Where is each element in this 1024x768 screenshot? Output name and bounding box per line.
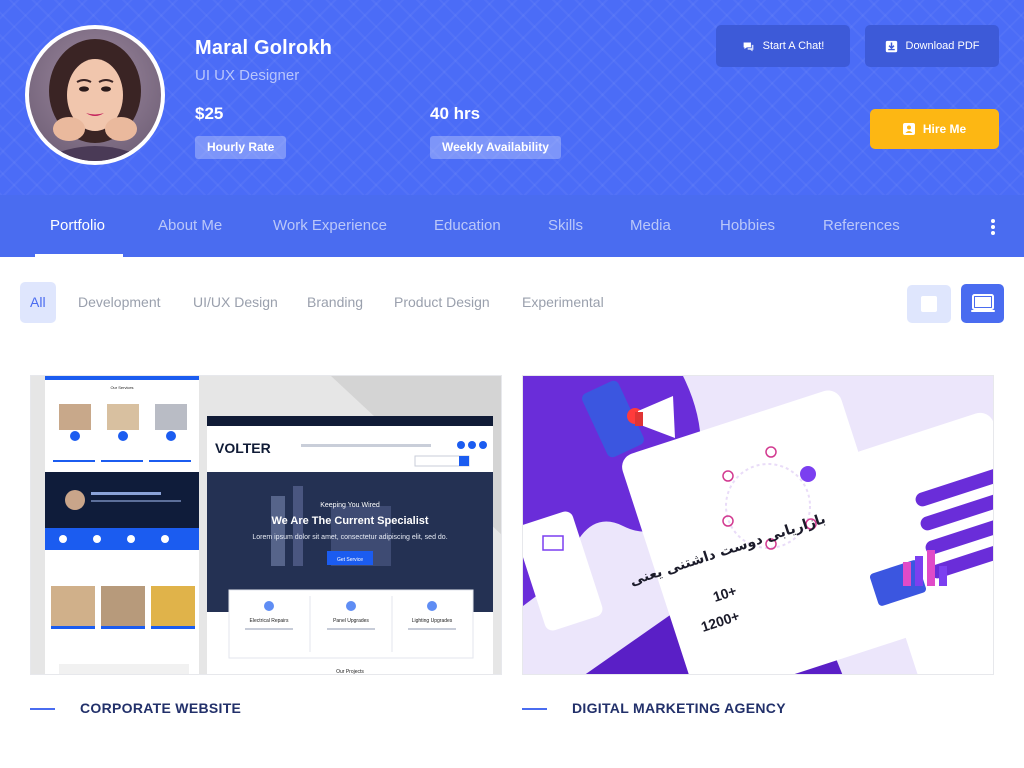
tab-skills[interactable]: Skills: [548, 195, 583, 257]
profile-role: UI UX Designer: [195, 67, 300, 84]
avatar-photo: [29, 29, 161, 161]
project-thumbnail-corporate[interactable]: Our Services VOLTER Keeping You Wired We…: [30, 375, 502, 675]
hire-me-label: Hire Me: [922, 122, 967, 136]
wide-view-button[interactable]: [961, 284, 1004, 323]
project-thumbnail-marketing[interactable]: بازاریابی دوست داشتنی یعنی 10+ 1200+: [522, 375, 994, 675]
availability-badge: Weekly Availability: [430, 136, 561, 159]
tab-portfolio[interactable]: Portfolio: [50, 195, 105, 257]
availability-value: 40 hrs: [430, 104, 481, 123]
hourly-rate-badge: Hourly Rate: [195, 136, 287, 159]
download-pdf-label: Download PDF: [905, 40, 980, 52]
filter-all[interactable]: All: [20, 282, 56, 323]
grid-view-button[interactable]: [907, 285, 951, 323]
filter-product-design[interactable]: Product Design: [394, 282, 490, 323]
filter-branding[interactable]: Branding: [307, 282, 363, 323]
chat-icon: [743, 41, 753, 51]
active-tab-indicator: [35, 254, 123, 257]
hourly-rate-value: $25: [195, 104, 224, 123]
hire-me-button[interactable]: Hire Me: [870, 109, 999, 149]
download-icon: [885, 40, 897, 52]
profile-header: Maral Golrokh UI UX Designer $25 Hourly …: [0, 0, 1024, 195]
hero-kicker: Keeping You Wired: [320, 502, 380, 509]
tab-hobbies[interactable]: Hobbies: [720, 195, 775, 257]
service-electrical: Electrical Repairs: [250, 618, 289, 624]
hero-cta: Get Service: [337, 557, 363, 563]
tab-about-me[interactable]: About Me: [158, 195, 222, 257]
contact-card-icon: [902, 123, 915, 135]
left-services-heading: Our Services: [110, 385, 133, 390]
tab-references[interactable]: References: [823, 195, 900, 257]
card-title-line: [30, 708, 55, 710]
profile-tabs: Portfolio About Me Work Experience Educa…: [0, 195, 1024, 257]
filter-ui-ux-design[interactable]: UI/UX Design: [193, 282, 278, 323]
avatar: [25, 25, 165, 165]
download-pdf-button[interactable]: Download PDF: [865, 25, 999, 67]
hero-subtitle: Lorem ipsum dolor sit amet, consectetur …: [252, 534, 447, 541]
more-options-icon[interactable]: [986, 217, 1000, 237]
hero-title: We Are The Current Specialist: [271, 515, 428, 527]
tab-media[interactable]: Media: [630, 195, 671, 257]
square-view-icon: [921, 296, 937, 312]
card-title-line: [522, 708, 547, 710]
volter-logo: VOLTER: [215, 440, 271, 456]
service-panel: Panel Upgrades: [333, 618, 369, 624]
tab-work-experience[interactable]: Work Experience: [273, 195, 387, 257]
filter-development[interactable]: Development: [78, 282, 161, 323]
laptop-view-icon: [970, 293, 995, 312]
filter-experimental[interactable]: Experimental: [522, 282, 604, 323]
start-chat-button[interactable]: Start A Chat!: [716, 25, 850, 67]
tab-education[interactable]: Education: [434, 195, 501, 257]
profile-name: Maral Golrokh: [195, 37, 333, 59]
projects-heading: Our Projects: [336, 669, 364, 675]
service-lighting: Lighting Upgrades: [412, 618, 453, 624]
project-title-corporate[interactable]: CORPORATE WEBSITE: [80, 700, 241, 716]
start-chat-label: Start A Chat!: [762, 40, 825, 52]
project-title-marketing[interactable]: DIGITAL MARKETING AGENCY: [572, 700, 786, 716]
